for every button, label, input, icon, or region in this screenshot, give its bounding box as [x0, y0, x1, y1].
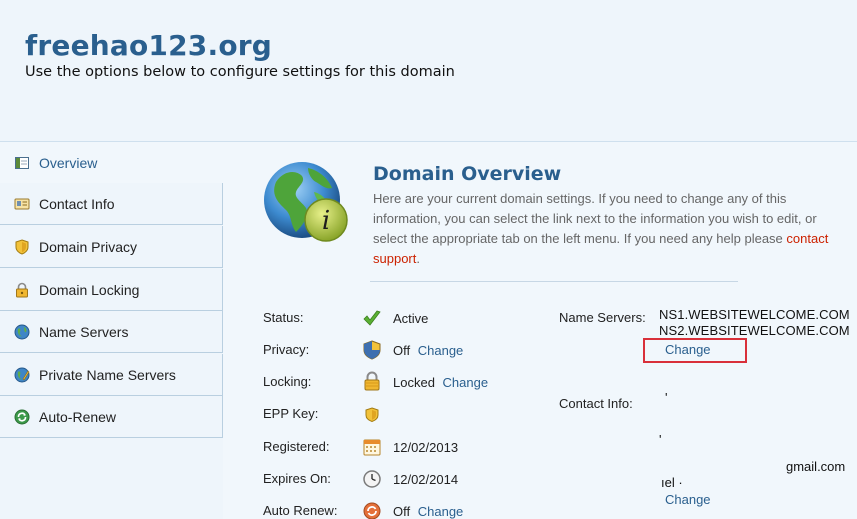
- section-divider: [370, 281, 738, 282]
- registered-label: Registered:: [263, 439, 330, 454]
- auto-renew-value: Off: [393, 504, 411, 519]
- sidebar-item-label: Domain Locking: [39, 281, 140, 298]
- overview-icon: [15, 156, 29, 169]
- sidebar-item-label: Contact Info: [39, 195, 115, 212]
- intro-body: Here are your current domain settings. I…: [373, 191, 817, 246]
- status-label: Status:: [263, 310, 304, 325]
- locking-value: Locked: [393, 375, 435, 390]
- sidebar-item-name-servers[interactable]: Name Servers: [0, 311, 223, 353]
- renew-arrows-icon: [14, 409, 30, 424]
- sidebar-nav: Overview Contact Info Domain Privacy Dom…: [0, 142, 223, 519]
- lock-icon: [16, 282, 28, 297]
- name-servers-label: Name Servers:: [559, 310, 646, 325]
- contact-info-change-link[interactable]: Change: [665, 492, 711, 507]
- lock-icon: [364, 371, 380, 391]
- sidebar-item-label: Overview: [39, 154, 98, 171]
- checkmark-icon: [363, 310, 381, 326]
- shield-icon: [363, 340, 381, 360]
- contact-info-label: Contact Info:: [559, 396, 633, 411]
- sidebar-item-label: Name Servers: [39, 323, 129, 340]
- globe-info-icon: i: [264, 162, 348, 242]
- locking-change-link[interactable]: Change: [443, 375, 489, 390]
- expires-value: 12/02/2014: [393, 472, 459, 487]
- small-shield-icon: [365, 407, 379, 423]
- domain-subtitle: Use the options below to configure setti…: [25, 64, 455, 80]
- name-server-2: NS2.WEBSITEWELCOME.COM: [659, 323, 850, 338]
- shield-icon: [15, 238, 29, 255]
- sidebar-item-label: Domain Privacy: [39, 238, 138, 255]
- page-title: Domain Overview: [373, 163, 562, 185]
- sidebar-item-overview[interactable]: Overview: [0, 142, 223, 184]
- privacy-value: Off: [393, 343, 411, 358]
- domain-title: freehao123.org: [25, 29, 273, 62]
- contact-card-icon: [14, 198, 30, 209]
- epp-key-label: EPP Key:: [263, 406, 319, 421]
- sidebar-item-private-name-servers[interactable]: Private Name Servers: [0, 354, 223, 396]
- intro-text: Here are your current domain settings. I…: [373, 189, 843, 269]
- sidebar-item-domain-locking[interactable]: Domain Locking: [0, 269, 223, 311]
- auto-renew-label: Auto Renew:: [263, 503, 338, 518]
- clock-icon: [363, 470, 381, 488]
- globe-pencil-icon: [14, 367, 30, 382]
- contact-phone-fragment: ıel ·: [661, 475, 683, 490]
- name-servers-change-link[interactable]: Change: [665, 342, 711, 357]
- name-server-1: NS1.WEBSITEWELCOME.COM: [659, 307, 850, 322]
- contact-email-fragment: gmail.com: [786, 459, 846, 474]
- status-value: Active: [393, 311, 429, 326]
- page-header: freehao123.org Use the options below to …: [0, 0, 857, 142]
- contact-fragment: ': [659, 432, 662, 447]
- locking-label: Locking:: [263, 374, 312, 389]
- sidebar-item-auto-renew[interactable]: Auto-Renew: [0, 396, 223, 438]
- privacy-change-link[interactable]: Change: [418, 343, 464, 358]
- locking-value-row: Locked Change: [393, 375, 488, 390]
- privacy-value-row: Off Change: [393, 343, 463, 358]
- registered-value: 12/02/2013: [393, 440, 459, 455]
- calendar-icon: [363, 439, 381, 456]
- globe-icon: [14, 324, 30, 339]
- sidebar-item-domain-privacy[interactable]: Domain Privacy: [0, 226, 223, 268]
- auto-renew-change-link[interactable]: Change: [418, 504, 464, 519]
- auto-renew-value-row: Off Change: [393, 504, 463, 519]
- intro-period: .: [416, 251, 420, 266]
- svg-text:i: i: [322, 206, 330, 236]
- contact-fragment: ': [665, 390, 668, 405]
- privacy-label: Privacy:: [263, 342, 310, 357]
- expires-label: Expires On:: [263, 471, 331, 486]
- sidebar-item-contact-info[interactable]: Contact Info: [0, 183, 223, 225]
- sidebar-item-label: Auto-Renew: [39, 408, 117, 425]
- renew-icon: [363, 502, 381, 519]
- sidebar-item-label: Private Name Servers: [39, 366, 176, 383]
